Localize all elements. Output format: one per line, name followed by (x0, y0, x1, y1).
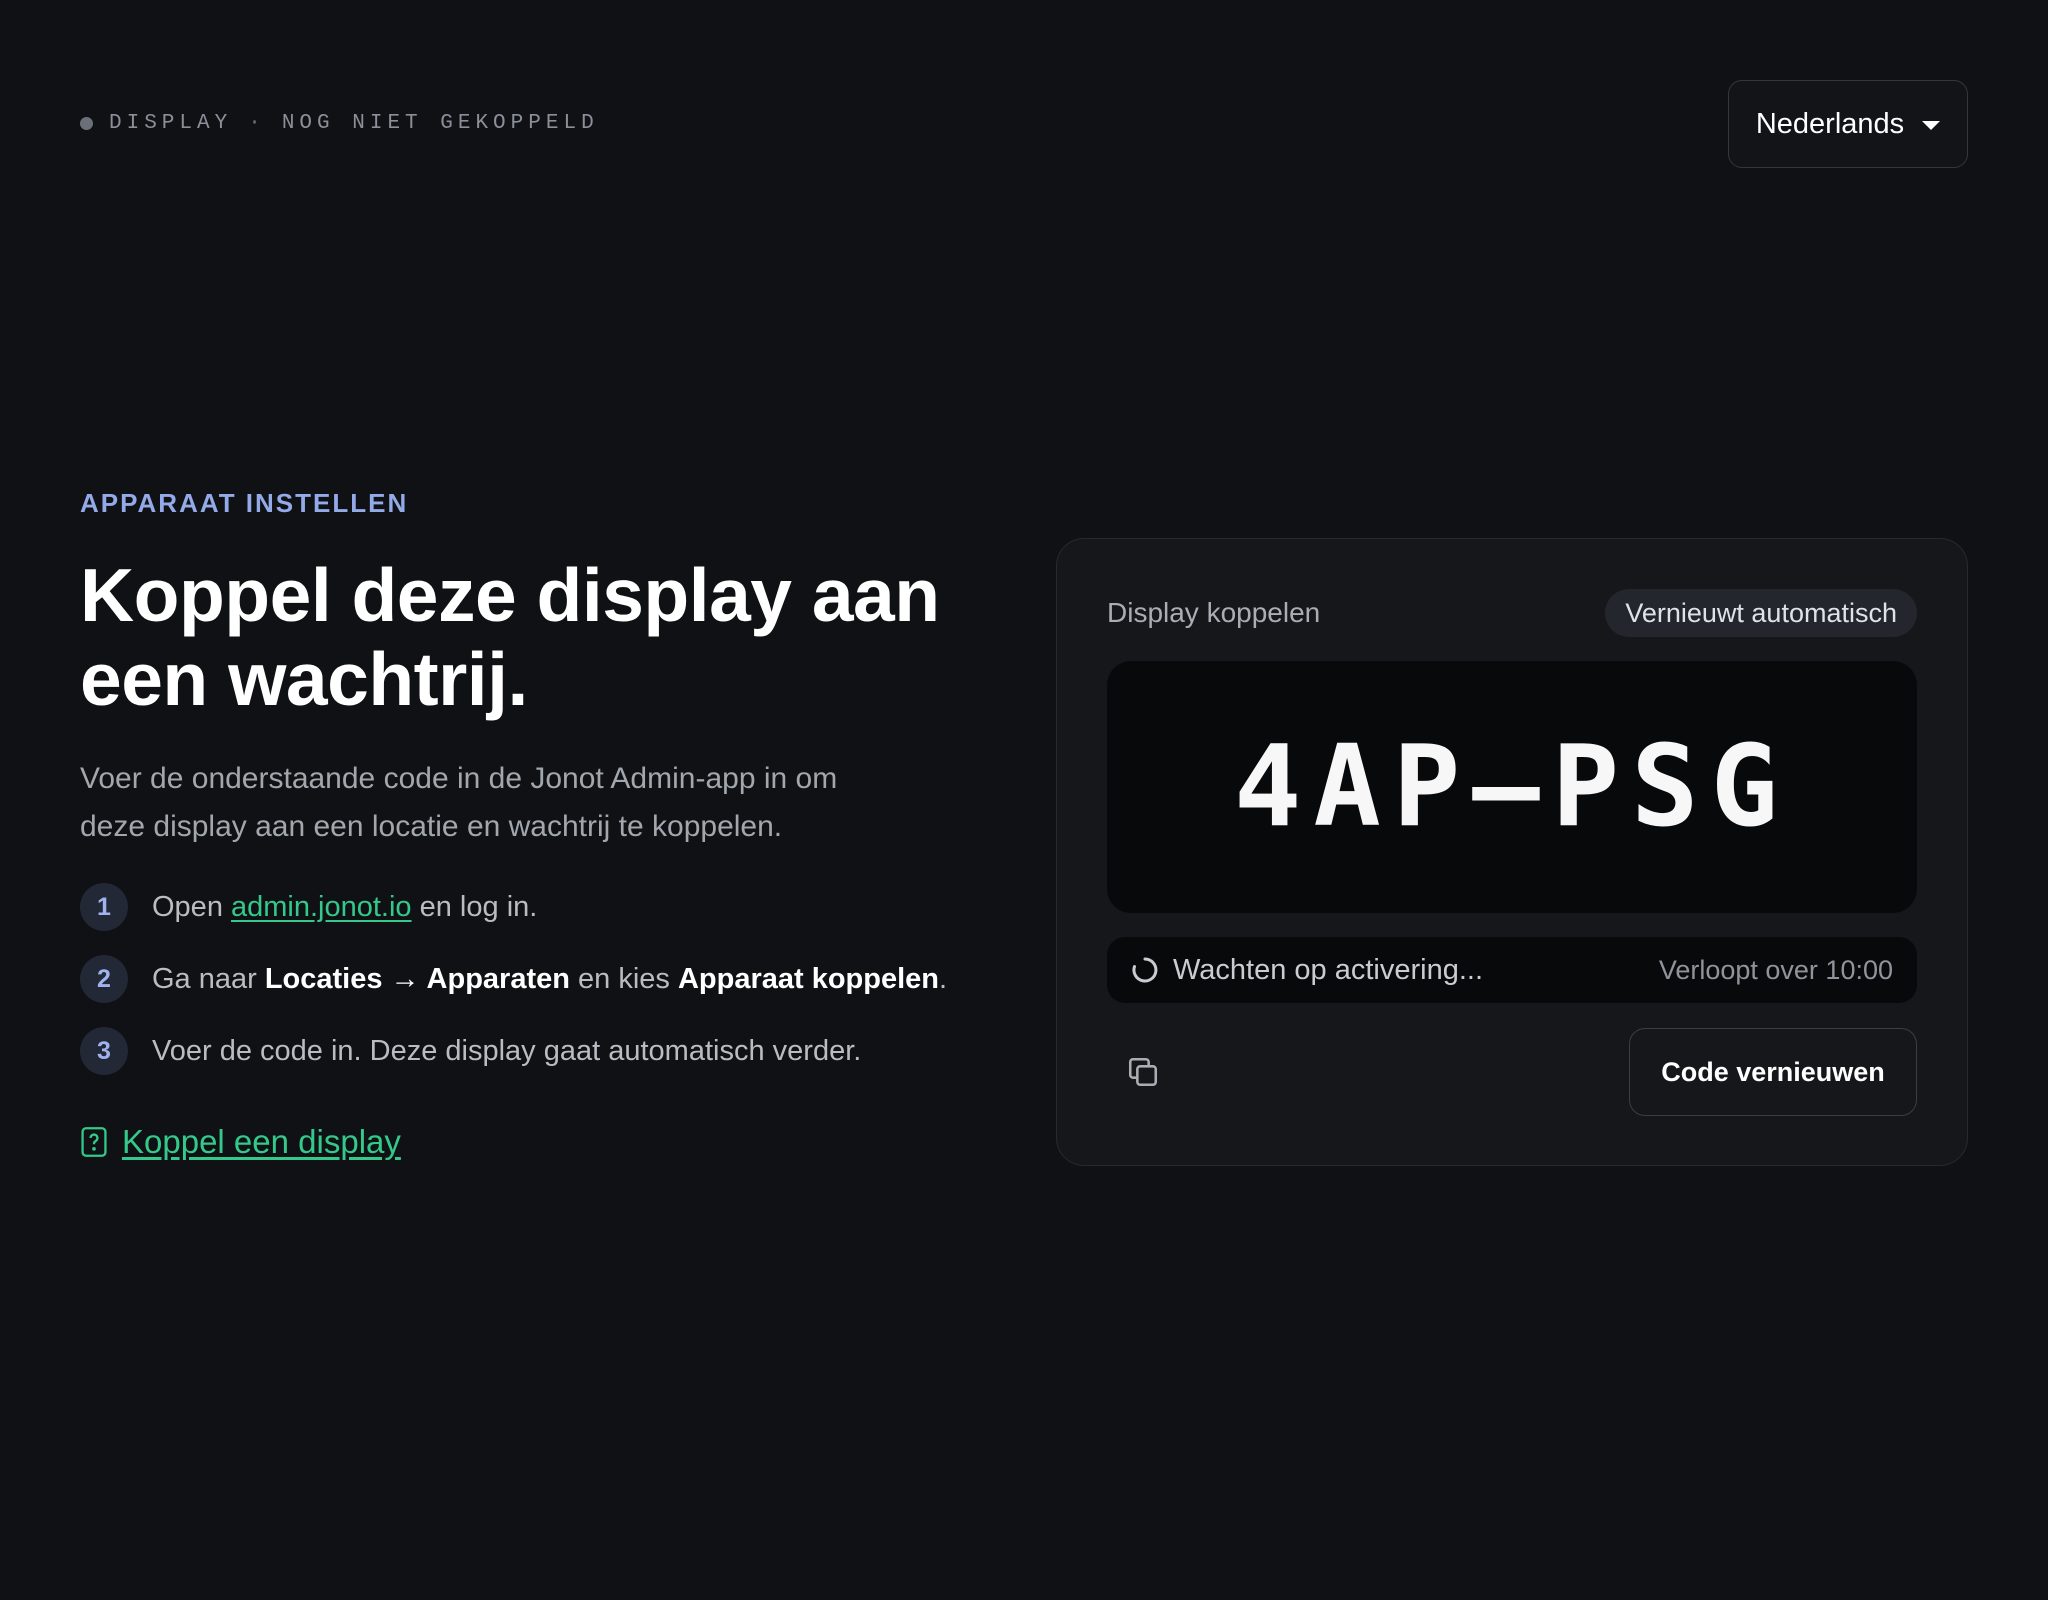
pairing-card: Display koppelen Vernieuwt automatisch 4… (1056, 538, 1968, 1166)
status-label: DISPLAY (109, 112, 233, 135)
step-text-pre: Open (152, 890, 231, 923)
card-title: Display koppelen (1107, 597, 1321, 628)
chevron-down-icon (1922, 121, 1941, 130)
auto-refresh-badge: Vernieuwt automatisch (1605, 589, 1917, 637)
step-text-mid: en kies (569, 962, 678, 995)
pair-display-help-link[interactable]: Koppel een display (122, 1123, 401, 1161)
step-text-post: en log in. (411, 890, 538, 923)
intro-section: APPARAAT INSTELLEN Koppel deze display a… (80, 488, 980, 1161)
language-select[interactable]: Nederlands (1728, 80, 1968, 168)
step-text-pre: Ga naar (152, 962, 265, 995)
step-2: 2 Ga naar Locaties → Apparaten en kies A… (80, 955, 980, 1003)
pairing-code-box: 4AP–PSG (1107, 661, 1917, 913)
step-text: Ga naar Locaties → Apparaten en kies App… (152, 963, 947, 996)
admin-link[interactable]: admin.jonot.io (231, 891, 412, 923)
renew-code-button[interactable]: Code vernieuwen (1629, 1028, 1917, 1116)
step-3: 3 Voer de code in. Deze display gaat aut… (80, 1027, 980, 1075)
status-dot (80, 117, 93, 130)
activation-status: Wachten op activering... Verloopt over 1… (1107, 937, 1917, 1003)
waiting-text: Wachten op activering... (1173, 953, 1484, 986)
pairing-page: DISPLAY · NOG NIET GEKOPPELD Nederlands … (0, 0, 2048, 1600)
step-nav-path: Locaties → Apparaten (264, 962, 570, 995)
waiting-status: Wachten op activering... (1131, 954, 1483, 987)
status-value: NOG NIET GEKOPPELD (281, 112, 599, 135)
step-number: 3 (80, 1027, 128, 1075)
step-number: 1 (80, 883, 128, 931)
language-select-value: Nederlands (1755, 107, 1905, 140)
step-action: Apparaat koppelen (677, 962, 940, 995)
page-description: Voer de onderstaande code in de Jonot Ad… (80, 762, 838, 843)
spinner-icon (1132, 957, 1158, 983)
copy-icon (1128, 1057, 1158, 1087)
steps-list: 1 Open admin.jonot.io en log in. 2 Ga na… (80, 883, 980, 1075)
help-document-icon (81, 1127, 107, 1157)
step-1: 1 Open admin.jonot.io en log in. (80, 883, 980, 931)
device-status: DISPLAY · NOG NIET GEKOPPELD (80, 112, 599, 135)
step-text: Open admin.jonot.io en log in. (152, 891, 537, 924)
card-actions: Code vernieuwen (1107, 1027, 1917, 1117)
eyebrow: APPARAAT INSTELLEN (80, 488, 409, 518)
step-text-post: . (939, 962, 948, 995)
step-number: 2 (80, 955, 128, 1003)
pairing-code: 4AP–PSG (1233, 722, 1790, 852)
card-header: Display koppelen Vernieuwt automatisch (1107, 589, 1917, 637)
page-title: Koppel deze display aan een wachtrij. (80, 553, 940, 721)
step-text: Voer de code in. Deze display gaat autom… (152, 1034, 862, 1067)
status-separator: · (248, 112, 266, 135)
expiry-countdown: Verloopt over 10:00 (1658, 954, 1893, 985)
help-link-row: Koppel een display (80, 1123, 980, 1161)
copy-code-button[interactable] (1107, 1036, 1179, 1108)
